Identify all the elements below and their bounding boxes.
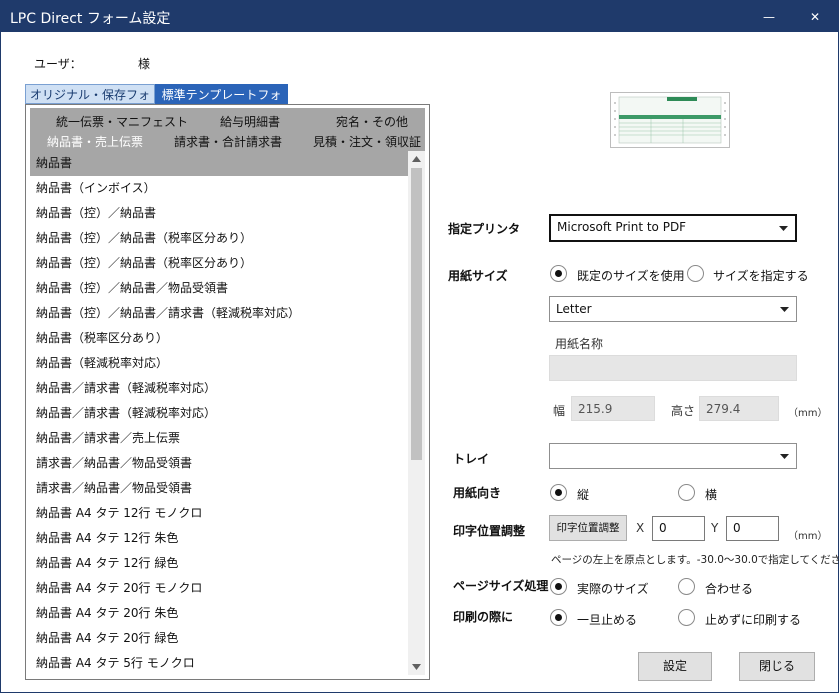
print-position-hint: ページの左上を原点とします。-30.0〜30.0で指定してください。: [551, 554, 839, 566]
paper-size-default-label[interactable]: 既定のサイズを使用: [577, 267, 685, 284]
page-size-fit-radio[interactable]: [678, 578, 695, 595]
list-item[interactable]: 納品書（軽減税率対応）: [30, 351, 408, 376]
category-address-other[interactable]: 宛名・その他: [336, 113, 408, 130]
list-item[interactable]: 納品書 A4 タテ 5行 モノクロ: [30, 651, 408, 675]
list-item[interactable]: 納品書（控）／納品書／請求書（軽減税率対応）: [30, 301, 408, 326]
paper-width-label: 幅: [553, 404, 566, 418]
on-print-nostop-label[interactable]: 止めずに印刷する: [705, 611, 801, 628]
list-item[interactable]: 納品書（税率区分あり）: [30, 326, 408, 351]
scroll-down-icon: [412, 664, 421, 670]
paper-size-unit: （mm）: [788, 408, 828, 419]
list-item[interactable]: 納品書／請求書（軽減税率対応）: [30, 401, 408, 426]
form-list[interactable]: 納品書 納品書（インボイス） 納品書（控）／納品書 納品書（控）／納品書（税率区分あり…: [30, 151, 408, 675]
chevron-down-icon: [779, 225, 788, 231]
printer-select-value: Microsoft Print to PDF: [557, 220, 687, 234]
category-payslip[interactable]: 給与明細書: [220, 113, 280, 130]
user-label: ユーザ：: [34, 57, 82, 71]
tab-standard-template-forms[interactable]: 標準テンプレートフォーム: [155, 84, 288, 122]
category-delivery-sales-slip[interactable]: 納品書・売上伝票: [47, 133, 143, 150]
minimize-icon: —: [763, 9, 775, 24]
on-print-stop-label[interactable]: 一旦止める: [577, 611, 637, 628]
list-item[interactable]: 納品書（控）／納品書: [30, 201, 408, 226]
form-preview-thumbnail: [610, 92, 730, 148]
scroll-thumb[interactable]: [411, 168, 422, 460]
chevron-down-icon: [780, 306, 789, 312]
user-value: 様: [138, 57, 151, 71]
scroll-up-icon: [412, 156, 421, 162]
page-size-actual-label[interactable]: 実際のサイズ: [577, 580, 649, 597]
window-title: LPC Direct フォーム設定: [10, 11, 171, 27]
offset-x-input[interactable]: 0: [652, 516, 705, 541]
form-preview-image: [611, 93, 729, 147]
print-position-label: 印字位置調整: [453, 524, 526, 538]
paper-size-custom-radio[interactable]: [687, 265, 704, 282]
list-item[interactable]: 納品書／請求書／売上伝票: [30, 426, 408, 451]
list-item[interactable]: 請求書／納品書／物品受領書: [30, 451, 408, 476]
chevron-down-icon: [780, 453, 789, 459]
paper-size-label: 用紙サイズ: [448, 269, 508, 283]
paper-name-label: 用紙名称: [555, 337, 604, 351]
list-item[interactable]: 納品書（控）／納品書／物品受領書: [30, 276, 408, 301]
printer-label: 指定プリンタ: [448, 222, 521, 236]
page-size-actual-radio[interactable]: [550, 578, 567, 595]
paper-size-default-radio[interactable]: [550, 265, 567, 282]
category-invoice-total-invoice[interactable]: 請求書・合計請求書: [174, 133, 282, 150]
page-size-handling-label: ページサイズ処理: [453, 579, 549, 593]
offset-y-label: Y: [711, 521, 719, 535]
close-button[interactable]: 閉じる: [739, 652, 815, 681]
orientation-portrait-label[interactable]: 縦: [577, 486, 589, 503]
list-item[interactable]: 納品書（控）／納品書（税率区分あり）: [30, 251, 408, 276]
list-item[interactable]: 納品書 A4 タテ 20行 モノクロ: [30, 576, 408, 601]
list-item[interactable]: 請求書／納品書／物品受領書: [30, 476, 408, 501]
offset-x-label: X: [636, 521, 645, 535]
category-estimate-order-receipt[interactable]: 見積・注文・領収証: [313, 133, 421, 150]
list-item[interactable]: 納品書（控）／納品書（税率区分あり）: [30, 226, 408, 251]
orientation-portrait-radio[interactable]: [550, 484, 567, 501]
tray-label: トレイ: [453, 452, 490, 466]
on-print-nostop-radio[interactable]: [678, 609, 695, 626]
orientation-label: 用紙向き: [453, 486, 502, 500]
scroll-down-button[interactable]: [408, 659, 425, 675]
paper-name-field: [549, 355, 797, 381]
close-icon: ✕: [809, 9, 821, 24]
printer-select[interactable]: Microsoft Print to PDF: [549, 214, 797, 242]
paper-height-field: 279.4: [699, 396, 779, 421]
on-print-label: 印刷の際に: [453, 610, 514, 624]
list-scrollbar[interactable]: [408, 151, 425, 675]
list-item[interactable]: 納品書 A4 タテ 12行 モノクロ: [30, 501, 408, 526]
list-item[interactable]: 納品書 A4 タテ 20行 朱色: [30, 601, 408, 626]
close-window-button[interactable]: ✕: [792, 1, 838, 32]
category-bar: 統一伝票・マニフェスト 給与明細書 宛名・その他 納品書・売上伝票 請求書・合計…: [30, 108, 425, 151]
scroll-up-button[interactable]: [408, 151, 425, 167]
title-bar[interactable]: LPC Direct フォーム設定 — ✕: [1, 1, 838, 32]
tab-original-saved-forms[interactable]: オリジナル・保存フォーム: [25, 84, 155, 122]
list-item[interactable]: 納品書 A4 タテ 12行 朱色: [30, 526, 408, 551]
page-size-fit-label[interactable]: 合わせる: [705, 580, 753, 597]
offset-y-input[interactable]: 0: [726, 516, 779, 541]
list-item[interactable]: 納品書: [30, 151, 408, 176]
apply-settings-button[interactable]: 設定: [638, 652, 712, 681]
list-item[interactable]: 納品書／請求書（軽減税率対応）: [30, 376, 408, 401]
paper-width-field: 215.9: [571, 396, 655, 421]
paper-size-custom-label[interactable]: サイズを指定する: [713, 267, 809, 284]
list-item[interactable]: 納品書（インボイス）: [30, 176, 408, 201]
list-item[interactable]: 納品書 A4 タテ 12行 緑色: [30, 551, 408, 576]
print-position-adjust-button[interactable]: 印字位置調整: [549, 515, 627, 541]
orientation-landscape-radio[interactable]: [678, 484, 695, 501]
form-settings-window: LPC Direct フォーム設定 — ✕ ユーザ： 様 オリジナル・保存フォー…: [0, 0, 839, 693]
form-list-panel: 統一伝票・マニフェスト 給与明細書 宛名・その他 納品書・売上伝票 請求書・合計…: [25, 104, 430, 680]
paper-size-select-value: Letter: [556, 302, 592, 316]
list-item[interactable]: 納品書 A4 タテ 20行 緑色: [30, 626, 408, 651]
paper-height-label: 高さ: [671, 404, 696, 418]
offset-unit: （mm）: [788, 531, 828, 542]
category-unified-slip-manifest[interactable]: 統一伝票・マニフェスト: [56, 113, 188, 130]
on-print-stop-radio[interactable]: [550, 609, 567, 626]
tray-select[interactable]: [549, 443, 797, 469]
paper-size-select[interactable]: Letter: [549, 296, 797, 322]
minimize-button[interactable]: —: [746, 1, 792, 32]
orientation-landscape-label[interactable]: 横: [705, 486, 717, 503]
